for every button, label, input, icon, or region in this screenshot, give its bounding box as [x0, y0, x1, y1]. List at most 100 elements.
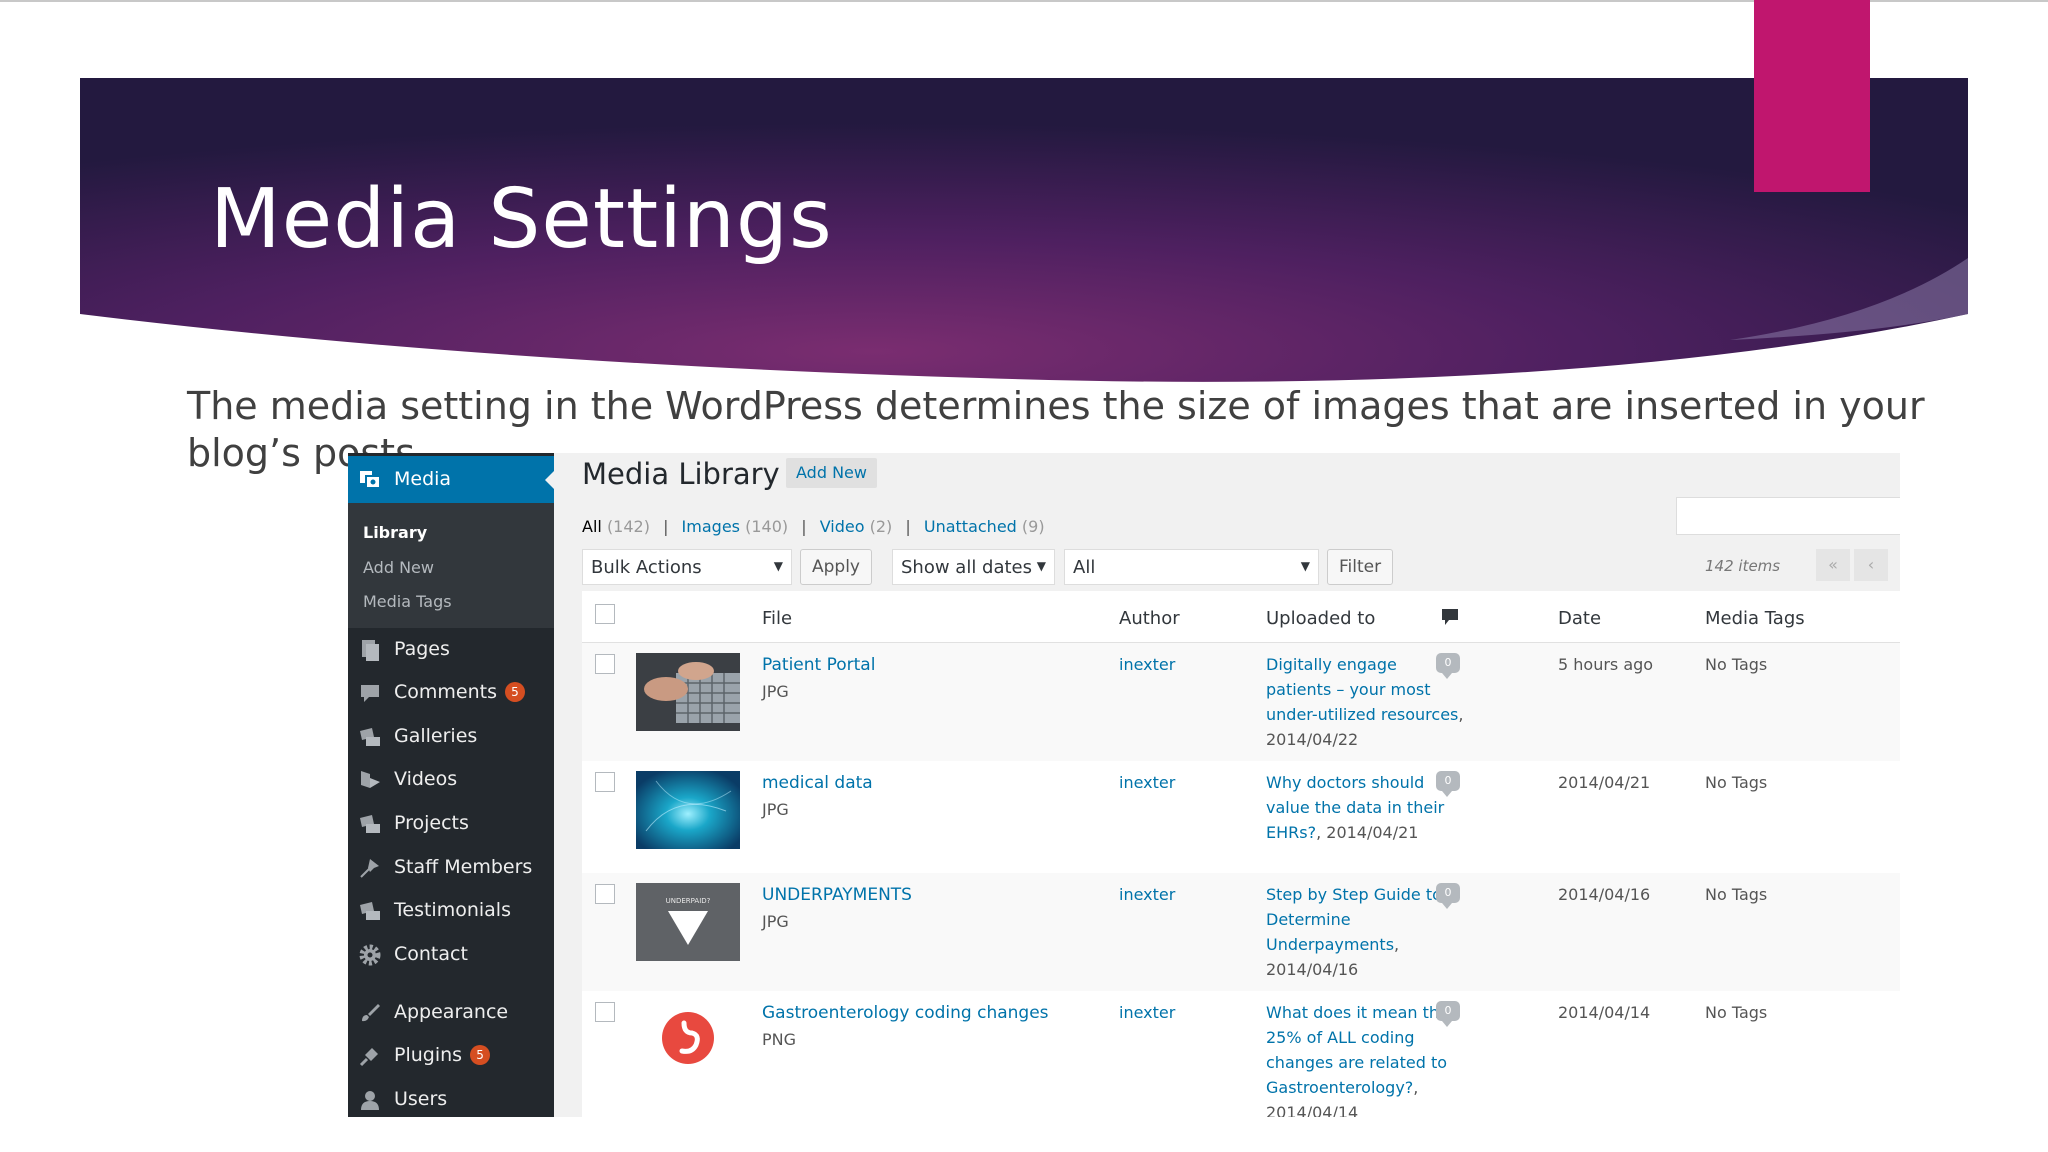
view-separator: |: [663, 517, 669, 536]
admin-sidebar: Media Library Add New Media Tags Pages C…: [348, 453, 555, 1117]
tags-cell: No Tags: [1705, 773, 1768, 792]
sidebar-item-users[interactable]: Users: [348, 1080, 554, 1117]
date-cell: 2014/04/16: [1558, 885, 1651, 904]
post-link[interactable]: Step by Step Guide to Determine Underpay…: [1266, 885, 1442, 954]
galleries-icon: [358, 725, 382, 749]
file-name-link[interactable]: medical data: [762, 773, 873, 793]
plugin-icon: [358, 1044, 382, 1068]
column-file[interactable]: File: [762, 608, 792, 629]
row-checkbox[interactable]: [595, 654, 615, 674]
comment-bubble-icon[interactable]: [1440, 607, 1460, 632]
view-video[interactable]: Video: [820, 517, 865, 536]
date-filter-value: Show all dates: [901, 557, 1033, 578]
view-images-count: (140): [745, 517, 789, 536]
view-separator: |: [801, 517, 807, 536]
column-date[interactable]: Date: [1558, 608, 1601, 629]
chevron-down-icon: ▼: [773, 559, 783, 573]
file-type: JPG: [762, 800, 789, 819]
column-author: Author: [1119, 608, 1180, 629]
row-checkbox[interactable]: [595, 884, 615, 904]
sidebar-item-label: Projects: [394, 812, 469, 834]
date-cell: 2014/04/14: [1558, 1003, 1651, 1022]
item-count: 142 items: [1705, 557, 1781, 575]
view-images[interactable]: Images: [682, 517, 740, 536]
pin-icon: [358, 856, 382, 880]
sidebar-item-media[interactable]: Media: [348, 456, 555, 503]
media-submenu: Library Add New Media Tags: [348, 503, 554, 628]
first-page-button[interactable]: «: [1816, 549, 1850, 581]
underpaid-graphic-thumbnail[interactable]: UNDERPAID?: [636, 883, 740, 961]
view-video-count: (2): [869, 517, 893, 536]
data-photo-thumbnail[interactable]: [636, 771, 740, 849]
chevron-down-icon: ▼: [1300, 559, 1310, 573]
comment-count-bubble[interactable]: 0: [1436, 771, 1460, 797]
media-view-filters: All (142) | Images (140) | Video (2) | U…: [582, 517, 1045, 536]
comment-count-bubble[interactable]: 0: [1436, 653, 1460, 679]
author-link[interactable]: inexter: [1119, 885, 1175, 904]
sidebar-item-contact[interactable]: Contact: [348, 935, 554, 973]
column-uploaded-to[interactable]: Uploaded to: [1266, 608, 1375, 629]
sidebar-item-plugins[interactable]: Plugins 5: [348, 1036, 554, 1074]
submenu-library[interactable]: Library: [363, 523, 427, 542]
sidebar-item-label: Plugins: [394, 1044, 463, 1066]
gear-icon: [358, 943, 382, 967]
submenu-add-new[interactable]: Add New: [363, 558, 434, 577]
sidebar-item-pages[interactable]: Pages: [348, 630, 554, 668]
post-link[interactable]: What does it mean that 25% of ALL coding…: [1266, 1003, 1455, 1097]
view-all[interactable]: All: [582, 517, 602, 536]
slide-top-line: [0, 0, 2048, 2]
category-filter-select[interactable]: All ▼: [1064, 549, 1319, 585]
sidebar-item-projects[interactable]: Projects: [348, 804, 554, 842]
bulk-actions-select[interactable]: Bulk Actions ▼: [582, 549, 792, 585]
file-type: JPG: [762, 912, 789, 931]
chevron-down-icon: ▼: [1036, 559, 1046, 573]
date-filter-select[interactable]: Show all dates ▼: [892, 549, 1055, 585]
file-name-link[interactable]: Gastroenterology coding changes: [762, 1003, 1049, 1023]
sidebar-item-videos[interactable]: Videos: [348, 760, 554, 798]
bulk-actions-value: Bulk Actions: [591, 557, 702, 578]
sidebar-item-testimonials[interactable]: Testimonials: [348, 891, 554, 929]
page-title: Media Library: [582, 457, 780, 491]
brush-icon: [358, 1001, 382, 1025]
submenu-media-tags[interactable]: Media Tags: [363, 592, 452, 611]
videos-icon: [358, 768, 382, 792]
file-name-link[interactable]: UNDERPAYMENTS: [762, 885, 912, 905]
add-new-button[interactable]: Add New: [786, 458, 877, 488]
comment-count-bubble[interactable]: 0: [1436, 1001, 1460, 1027]
sidebar-item-comments[interactable]: Comments 5: [348, 673, 554, 711]
stomach-icon-thumbnail[interactable]: [636, 1001, 740, 1079]
comment-count-bubble[interactable]: 0: [1436, 883, 1460, 909]
author-link[interactable]: inexter: [1119, 655, 1175, 674]
prev-page-button[interactable]: ‹: [1854, 549, 1888, 581]
sidebar-item-label: Pages: [394, 638, 450, 660]
row-checkbox[interactable]: [595, 772, 615, 792]
file-name-link[interactable]: Patient Portal: [762, 655, 875, 675]
table-row: medical data JPG inexter Why doctors sho…: [582, 761, 1900, 873]
search-input[interactable]: [1676, 497, 1900, 535]
accent-tab: [1754, 0, 1870, 192]
select-all-checkbox[interactable]: [595, 604, 615, 624]
filter-button[interactable]: Filter: [1327, 549, 1394, 585]
author-link[interactable]: inexter: [1119, 1003, 1175, 1022]
wordpress-screenshot: Media Library Add New Media Tags Pages C…: [348, 453, 1900, 1117]
apply-button[interactable]: Apply: [800, 549, 872, 585]
keyboard-photo-thumbnail[interactable]: [636, 653, 740, 731]
sidebar-item-appearance[interactable]: Appearance: [348, 993, 554, 1031]
author-link[interactable]: inexter: [1119, 773, 1175, 792]
sidebar-item-staff-members[interactable]: Staff Members: [348, 848, 554, 886]
table-header: File Author Uploaded to Date Media Tags: [582, 591, 1900, 643]
comments-icon: [358, 681, 382, 705]
view-unattached[interactable]: Unattached: [924, 517, 1017, 536]
sidebar-item-label: Appearance: [394, 1001, 509, 1023]
media-icon: [358, 467, 382, 491]
upload-date: , 2014/04/21: [1316, 823, 1419, 842]
testimonials-icon: [358, 899, 382, 923]
sidebar-item-galleries[interactable]: Galleries: [348, 717, 554, 755]
sidebar-item-label: Staff Members: [394, 856, 533, 878]
date-cell: 2014/04/21: [1558, 773, 1651, 792]
view-unattached-count: (9): [1021, 517, 1045, 536]
column-media-tags: Media Tags: [1705, 608, 1805, 629]
tags-cell: No Tags: [1705, 1003, 1768, 1022]
post-link[interactable]: Digitally engage patients – your most un…: [1266, 655, 1458, 724]
row-checkbox[interactable]: [595, 1002, 615, 1022]
